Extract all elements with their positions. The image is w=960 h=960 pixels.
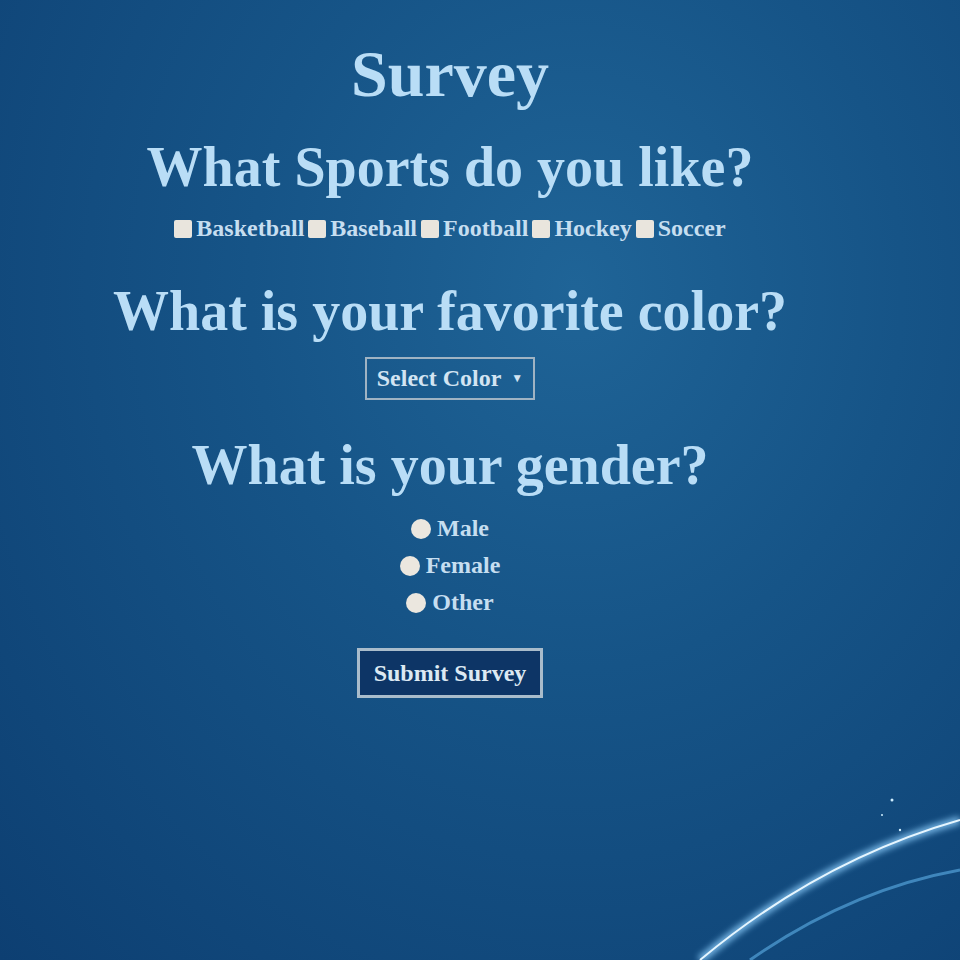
sport-label[interactable]: Hockey [554, 215, 631, 242]
gender-label[interactable]: Male [437, 515, 489, 542]
checkbox[interactable] [308, 220, 326, 238]
sport-label[interactable]: Baseball [330, 215, 417, 242]
gender-label[interactable]: Other [432, 589, 493, 616]
survey-form: Survey What Sports do you like? Basketball… [0, 0, 900, 698]
sport-label[interactable]: Basketball [196, 215, 304, 242]
background-swoosh [660, 760, 960, 960]
submit-button[interactable]: Submit Survey [357, 648, 544, 698]
checkbox[interactable] [636, 220, 654, 238]
sport-checkbox[interactable]: Football [421, 215, 528, 242]
sports-options: Basketball Baseball Football Hockey Soccer [174, 215, 725, 242]
dropdown-caret-icon[interactable]: ▼ [511, 371, 523, 386]
gender-radio[interactable]: Male [411, 515, 489, 542]
radio-button[interactable] [411, 519, 431, 539]
sport-checkbox[interactable]: Hockey [532, 215, 631, 242]
radio-button[interactable] [400, 556, 420, 576]
gender-radio[interactable]: Other [406, 589, 493, 616]
sport-checkbox[interactable]: Basketball [174, 215, 304, 242]
sport-label[interactable]: Football [443, 215, 528, 242]
radio-button[interactable] [406, 593, 426, 613]
gender-options: Male Female Other [400, 515, 501, 616]
survey-title: Survey [351, 36, 549, 112]
color-select[interactable]: Select Color ▼ [365, 357, 536, 400]
select-value[interactable]: Select Color [377, 365, 502, 392]
color-question: What is your favorite color? [113, 278, 787, 345]
gender-label[interactable]: Female [426, 552, 501, 579]
gender-radio[interactable]: Female [400, 552, 501, 579]
checkbox[interactable] [532, 220, 550, 238]
gender-question: What is your gender? [192, 432, 709, 499]
checkbox[interactable] [174, 220, 192, 238]
sport-checkbox[interactable]: Soccer [636, 215, 726, 242]
sport-label[interactable]: Soccer [658, 215, 726, 242]
checkbox[interactable] [421, 220, 439, 238]
sports-question: What Sports do you like? [147, 134, 754, 201]
sport-checkbox[interactable]: Baseball [308, 215, 417, 242]
